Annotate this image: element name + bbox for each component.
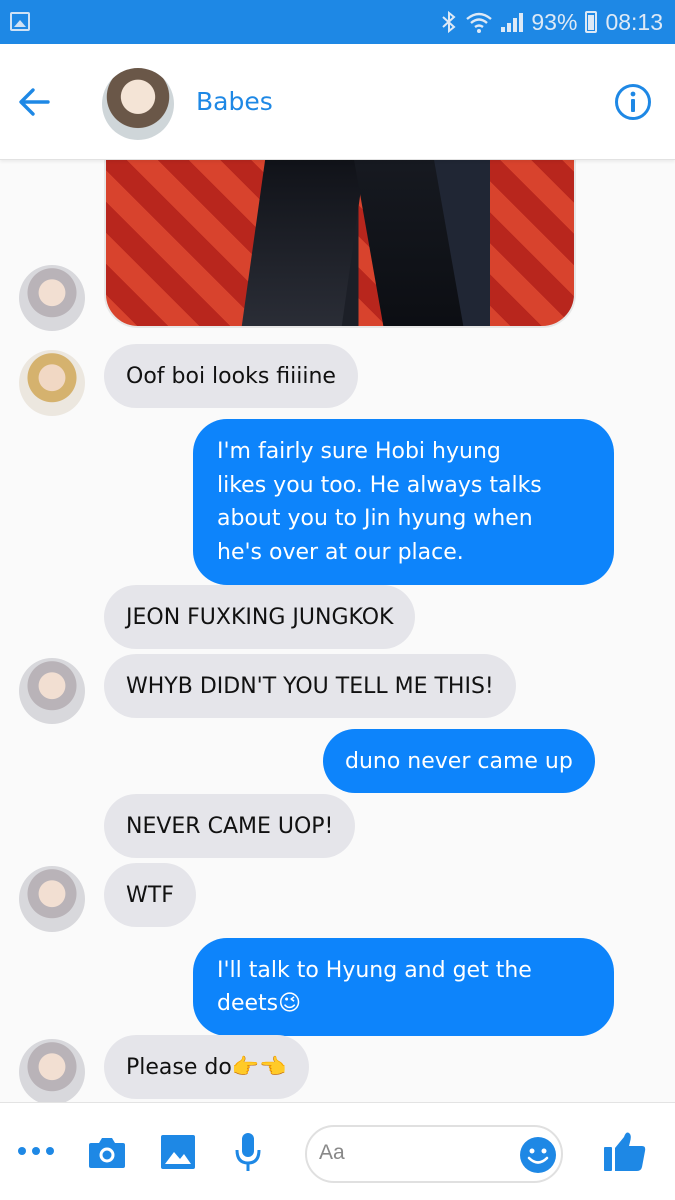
emoji-icon[interactable] [519, 1136, 557, 1174]
message-bubble[interactable]: I'm fairly sure Hobi hyung likes you too… [193, 419, 614, 585]
sender-avatar-tae[interactable] [19, 350, 85, 416]
bluetooth-icon [442, 10, 456, 34]
camera-icon[interactable] [87, 1134, 127, 1170]
message-bubble[interactable]: duno never came up [323, 729, 595, 793]
back-arrow-icon[interactable] [16, 84, 52, 120]
status-bar: 93% 08:13 [0, 0, 675, 44]
sender-avatar-jimin[interactable] [19, 1039, 85, 1102]
message-bubble[interactable]: JEON FUXKING JUNGKOK [104, 585, 416, 649]
info-icon[interactable] [614, 83, 652, 121]
message-line: I'm fairly sure Hobi hyung [217, 439, 501, 464]
image-icon[interactable] [160, 1134, 196, 1170]
sender-avatar-jimin[interactable] [19, 658, 85, 724]
message-bubble[interactable]: I'll talk to Hyung and get the deets😉 [193, 938, 614, 1036]
message-bubble[interactable]: WHYB DIDN'T YOU TELL ME THIS! [104, 654, 516, 718]
contact-name[interactable]: Babes [196, 87, 273, 116]
message-line: likes you too. He always talks [217, 472, 542, 498]
signal-icon [501, 12, 524, 32]
message-bubble[interactable]: WTF [104, 863, 196, 927]
microphone-icon[interactable] [233, 1131, 263, 1173]
message-input[interactable] [319, 1141, 509, 1165]
message-line: I'll talk to Hyung and get the [217, 958, 532, 983]
message-line: he's over at our place. [217, 539, 464, 565]
conversation-header: Babes [0, 44, 675, 160]
more-icon[interactable] [18, 1147, 54, 1157]
sender-avatar-jimin[interactable] [19, 265, 85, 331]
clock: 08:13 [605, 8, 663, 35]
message-line: deets😉 [217, 991, 302, 1016]
thumbs-up-icon[interactable] [602, 1129, 648, 1173]
message-bubble[interactable]: Please do👉👈 [104, 1035, 309, 1099]
message-thread[interactable]: Oof boi looks fiiiine I'm fairly sure Ho… [0, 160, 675, 1102]
shared-photo[interactable] [104, 160, 576, 328]
message-bubble[interactable]: NEVER CAME UOP! [104, 794, 356, 858]
message-bubble[interactable]: Oof boi looks fiiiine [104, 344, 358, 408]
gallery-icon [10, 12, 30, 31]
contact-avatar[interactable] [102, 68, 174, 140]
battery-percent: 93% [531, 8, 578, 35]
battery-icon [585, 11, 598, 33]
message-input-box[interactable] [305, 1125, 563, 1183]
composer-bar [0, 1102, 675, 1200]
sender-avatar-jimin[interactable] [19, 866, 85, 932]
wifi-icon [466, 12, 493, 33]
message-line: about you to Jin hyung when [217, 506, 533, 531]
